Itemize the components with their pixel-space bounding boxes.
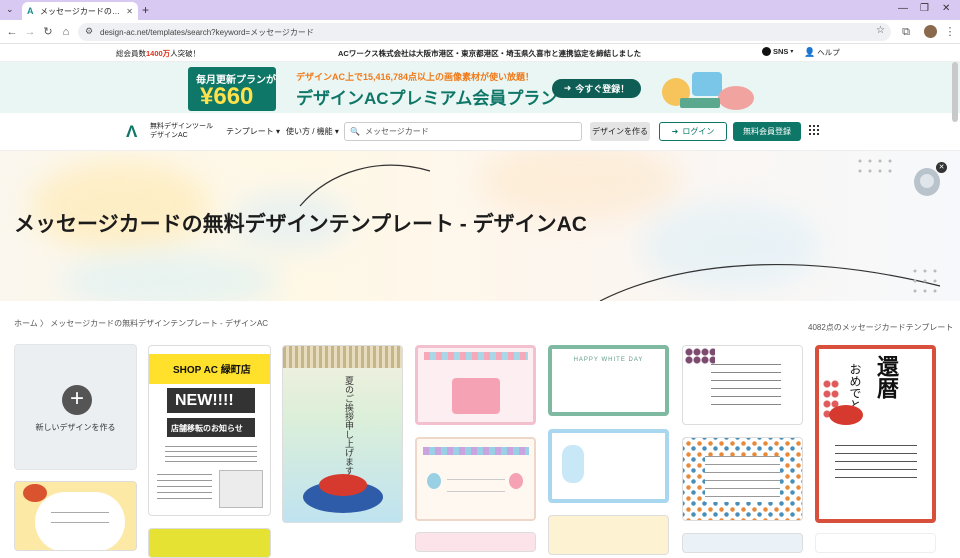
breadcrumb-home[interactable]: ホーム xyxy=(14,319,38,328)
template-card[interactable] xyxy=(415,437,536,521)
cta-label: 今すぐ登録！ xyxy=(575,84,630,94)
sns-label: SNS xyxy=(773,47,789,56)
arrow-circle-icon: ➜ xyxy=(563,83,572,93)
template-card[interactable] xyxy=(14,481,137,551)
shop-card-title: SHOP AC 緑町店 xyxy=(173,365,251,376)
login-button[interactable]: ➜ ログイン xyxy=(659,122,727,141)
member-suffix: 人突破！ xyxy=(170,49,201,58)
profile-avatar[interactable] xyxy=(924,25,937,38)
template-card[interactable]: SHOP AC 緑町店 NEW!!!! 店舗移転のお知らせ xyxy=(148,345,271,516)
banner-illustration xyxy=(652,68,762,112)
url-field[interactable]: ⚙ design-ac.net/templates/search?keyword… xyxy=(78,23,891,41)
apps-grid-icon[interactable] xyxy=(809,125,819,135)
banner-plan: デザインACプレミアム会員プラン xyxy=(296,89,558,108)
page-title: メッセージカードの無料デザインテンプレート - デザインAC xyxy=(14,213,587,236)
home-icon[interactable]: ⌂ xyxy=(58,24,74,40)
shop-card-new: NEW!!!! xyxy=(175,392,234,409)
sns-menu[interactable]: SNS ▾ xyxy=(762,47,793,56)
browser-tab-bar: ⌄ A メッセージカードの無料デザインテンプ ✕ + — ❐ ✕ xyxy=(0,0,960,20)
template-card[interactable]: HAPPY WHITE DAY xyxy=(548,345,669,416)
template-card[interactable] xyxy=(682,437,803,521)
kanreki-title: 還暦 xyxy=(874,355,899,399)
price-box: 毎月更新プランが ¥660 xyxy=(188,67,276,111)
window-close-icon[interactable]: ✕ xyxy=(942,3,950,14)
tab-title: メッセージカードの無料デザインテンプ xyxy=(40,6,122,16)
template-card[interactable] xyxy=(815,533,936,553)
breadcrumb-current: メッセージカードの無料デザインテンプレート - デザインAC xyxy=(50,319,269,328)
site-info-icon[interactable]: ⚙ xyxy=(85,26,93,37)
hero-section: メッセージカードの無料デザインテンプレート - デザインAC ✕ xyxy=(0,151,960,301)
register-button[interactable]: 無料会員登録 xyxy=(733,122,801,141)
bookmark-star-icon[interactable]: ☆ xyxy=(876,25,885,36)
breadcrumb-sep: 〉 xyxy=(40,319,48,328)
forward-icon[interactable]: → xyxy=(22,24,38,40)
extensions-icon[interactable]: ⧉ xyxy=(898,24,914,40)
plus-icon: + xyxy=(62,385,92,415)
template-card[interactable] xyxy=(415,532,536,552)
tab-list-icon[interactable]: ⌄ xyxy=(6,4,14,15)
member-prefix: 総会員数 xyxy=(116,49,146,58)
shop-card-sub: 店舗移転のお知らせ xyxy=(171,424,243,433)
close-mascot-icon[interactable]: ✕ xyxy=(936,162,947,173)
top-info-strip: 総会員数1400万人突破！ ACワークス株式会社は大阪市港区・東京都港区・埼玉県… xyxy=(0,44,960,62)
usage-menu[interactable]: 使い方 / 機能 ▾ xyxy=(286,126,339,137)
site-nav: Λ 無料デザインツール デザインAC テンプレート ▾ 使い方 / 機能 ▾ 🔍… xyxy=(0,113,960,151)
template-card[interactable] xyxy=(415,345,536,425)
template-card[interactable] xyxy=(548,515,669,555)
close-tab-icon[interactable]: ✕ xyxy=(126,7,133,16)
search-icon: 🔍 xyxy=(350,127,360,136)
help-link[interactable]: 👤 ヘルプ xyxy=(804,47,840,58)
template-card[interactable] xyxy=(548,429,669,503)
banner-headline: デザインAC上で15,416,784点以上の画像素材が使い放題！ xyxy=(296,72,535,82)
user-icon: 👤 xyxy=(804,47,816,57)
templates-menu[interactable]: テンプレート ▾ xyxy=(226,126,280,137)
make-design-button[interactable]: デザインを作る xyxy=(590,122,650,141)
help-label: ヘルプ xyxy=(817,48,840,57)
url-text: design-ac.net/templates/search?keyword=メ… xyxy=(100,27,314,37)
new-tab-icon[interactable]: + xyxy=(142,3,149,17)
template-card[interactable] xyxy=(148,528,271,558)
reload-icon[interactable]: ↻ xyxy=(40,24,56,40)
logo-icon[interactable]: Λ xyxy=(126,122,137,142)
register-now-button[interactable]: ➜ 今すぐ登録！ xyxy=(552,79,641,98)
template-card[interactable]: 還暦 おめでとう xyxy=(815,345,936,523)
template-card[interactable]: 夏のご挨拶申し上げます xyxy=(282,345,403,523)
page-scrollbar[interactable] xyxy=(952,62,958,122)
menu-dots-icon[interactable]: ⋮ xyxy=(942,24,958,40)
usage-label: 使い方 / 機能 xyxy=(286,127,333,136)
new-design-card[interactable]: + 新しいデザインを作る xyxy=(14,344,137,470)
member-count: 総会員数1400万人突破！ xyxy=(116,48,200,59)
summer-card-text: 夏のご挨拶申し上げます xyxy=(344,376,354,475)
mascot-widget[interactable] xyxy=(914,168,940,196)
price-value: ¥660 xyxy=(200,83,254,110)
search-value: メッセージカード xyxy=(364,127,429,136)
logo-text[interactable]: 無料デザインツール デザインAC xyxy=(150,122,213,140)
logo-line1: 無料デザインツール xyxy=(150,123,213,130)
back-icon[interactable]: ← xyxy=(4,24,20,40)
search-input[interactable]: 🔍 メッセージカード xyxy=(344,122,582,141)
logo-line2: デザインAC xyxy=(150,132,188,139)
login-icon: ➜ xyxy=(671,127,679,136)
restore-icon[interactable]: ❐ xyxy=(920,3,929,14)
white-day-title: HAPPY WHITE DAY xyxy=(573,357,644,363)
notice-link[interactable]: ACワークス株式会社は大阪市港区・東京都港区・埼玉県久喜市と連携協定を締結しまし… xyxy=(338,48,641,59)
breadcrumb: ホーム 〉 メッセージカードの無料デザインテンプレート - デザインAC xyxy=(14,318,268,329)
minimize-icon[interactable]: — xyxy=(898,3,908,14)
browser-tab[interactable]: A メッセージカードの無料デザインテンプ ✕ xyxy=(22,2,138,20)
login-label: ログイン xyxy=(682,127,715,136)
member-number: 1400万 xyxy=(146,49,171,58)
template-card[interactable] xyxy=(682,345,803,425)
result-count: 4082点のメッセージカードテンプレート xyxy=(808,323,954,332)
premium-banner[interactable]: 毎月更新プランが ¥660 デザインAC上で15,416,784点以上の画像素材… xyxy=(0,62,960,113)
address-bar-row: ← → ↻ ⌂ ⚙ design-ac.net/templates/search… xyxy=(0,20,960,44)
templates-label: テンプレート xyxy=(226,127,274,136)
sns-icon xyxy=(762,47,771,56)
new-design-label: 新しいデザインを作る xyxy=(35,423,116,432)
favicon-icon: A xyxy=(27,5,34,16)
template-card[interactable] xyxy=(682,533,803,553)
